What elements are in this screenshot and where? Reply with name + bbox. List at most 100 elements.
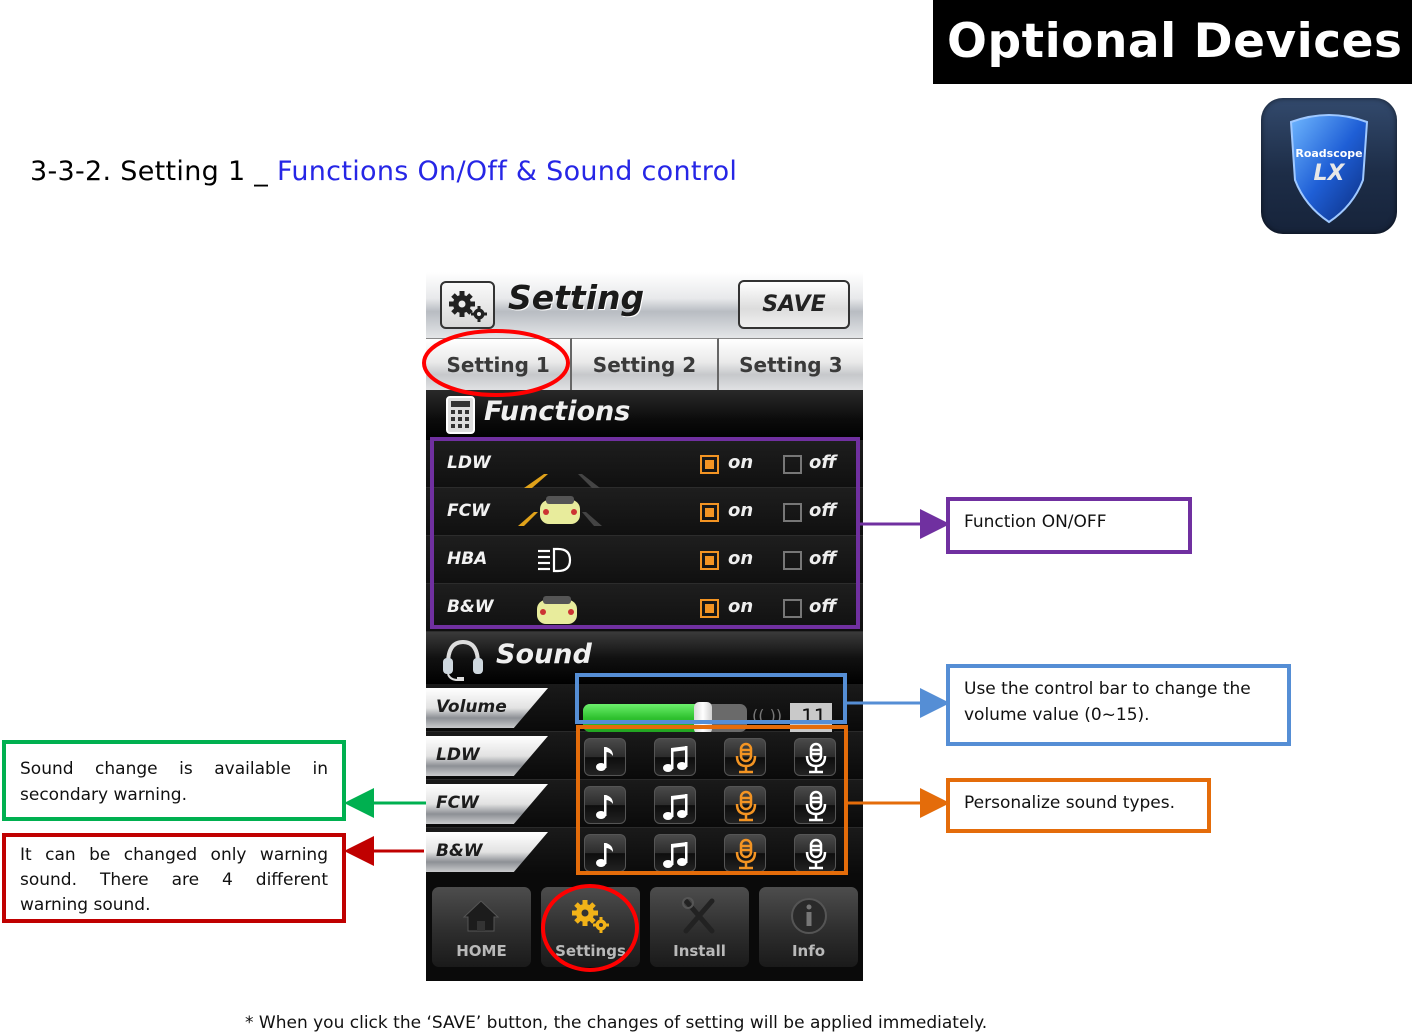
microphone-white-icon bbox=[805, 790, 827, 822]
gears-icon bbox=[572, 900, 609, 933]
annotation-secondary-warning: Sound change is available in secondary w… bbox=[2, 740, 346, 821]
nav-settings-button[interactable]: Settings bbox=[541, 887, 640, 967]
page-banner: Optional Devices bbox=[933, 0, 1412, 84]
tab-setting-1[interactable]: Setting 1 bbox=[426, 338, 573, 390]
double-note-icon bbox=[663, 746, 688, 772]
sound-row-ldw: LDW bbox=[426, 732, 863, 780]
off-label: off bbox=[809, 596, 837, 617]
hba-on-checkbox[interactable] bbox=[700, 551, 719, 570]
nav-info-button[interactable]: Info bbox=[759, 887, 858, 967]
function-name: LDW bbox=[447, 453, 491, 473]
nav-label: Settings bbox=[555, 942, 626, 960]
sound-type-button-3[interactable] bbox=[724, 786, 766, 824]
sound-type-button-1[interactable] bbox=[584, 786, 626, 824]
sound-type-button-2[interactable] bbox=[654, 738, 696, 776]
sound-row-tag: B&W bbox=[426, 832, 548, 872]
app-icon-line1: Roadscope bbox=[1295, 147, 1362, 160]
calculator-icon bbox=[446, 396, 475, 434]
fcw-on-checkbox[interactable] bbox=[700, 503, 719, 522]
annotation-warning-sound: It can be changed only warning sound. Th… bbox=[2, 833, 346, 923]
shield-icon: Roadscope LX bbox=[1289, 114, 1369, 224]
sound-type-button-4[interactable] bbox=[794, 786, 836, 824]
phone-screenshot: Setting SAVE Setting 1 Setting 2 Setting… bbox=[426, 272, 863, 981]
single-note-icon bbox=[596, 843, 613, 867]
sound-section-header: Sound bbox=[426, 632, 863, 684]
section-title-highlight: Functions On/Off & Sound control bbox=[277, 156, 738, 187]
functions-section-title: Functions bbox=[484, 396, 631, 427]
nav-label: HOME bbox=[456, 942, 507, 960]
double-note-icon bbox=[663, 794, 688, 820]
single-note-icon bbox=[596, 747, 613, 771]
gear-icon bbox=[449, 291, 487, 322]
double-note-icon bbox=[663, 842, 688, 868]
high-beam-icon bbox=[538, 547, 572, 573]
microphone-white-icon bbox=[805, 838, 827, 870]
volume-value[interactable]: 11 bbox=[790, 703, 834, 732]
sound-row-fcw: FCW bbox=[426, 780, 863, 828]
function-name: FCW bbox=[447, 501, 490, 521]
app-header: Setting SAVE bbox=[426, 272, 863, 338]
sound-type-button-1[interactable] bbox=[584, 738, 626, 776]
app-title: Setting bbox=[508, 278, 645, 317]
section-title: 3-3-2. Setting 1 _ Functions On/Off & So… bbox=[30, 156, 737, 187]
sound-row-label: B&W bbox=[436, 841, 483, 861]
off-label: off bbox=[809, 548, 837, 569]
function-row-hba: HBA on off bbox=[426, 536, 863, 584]
volume-label: Volume bbox=[436, 697, 507, 717]
volume-slider-thumb[interactable] bbox=[694, 702, 712, 734]
bw-off-checkbox[interactable] bbox=[783, 599, 802, 618]
section-title-prefix: 3-3-2. Setting 1 _ bbox=[30, 156, 277, 187]
single-note-icon bbox=[596, 795, 613, 819]
volume-row: Volume (( )) 11 bbox=[426, 684, 863, 734]
sound-type-button-4[interactable] bbox=[794, 738, 836, 776]
off-label: off bbox=[809, 500, 837, 521]
tab-setting-3[interactable]: Setting 3 bbox=[718, 338, 863, 390]
function-name: HBA bbox=[447, 549, 488, 569]
nav-label: Install bbox=[673, 942, 726, 960]
sound-type-button-4[interactable] bbox=[794, 834, 836, 872]
tab-setting-2[interactable]: Setting 2 bbox=[572, 338, 719, 390]
nav-home-button[interactable]: HOME bbox=[432, 887, 531, 967]
sound-row-label: FCW bbox=[436, 793, 479, 813]
ldw-on-checkbox[interactable] bbox=[700, 455, 719, 474]
volume-slider[interactable] bbox=[583, 702, 747, 734]
settings-tabs: Setting 1 Setting 2 Setting 3 bbox=[426, 338, 863, 390]
microphone-orange-icon bbox=[735, 742, 757, 774]
app-icon-line2: LX bbox=[1314, 161, 1346, 186]
lane-departure-icon bbox=[524, 474, 600, 488]
sound-row-tag: FCW bbox=[426, 784, 548, 824]
annotation-sound-types: Personalize sound types. bbox=[946, 778, 1211, 833]
info-icon bbox=[791, 898, 827, 934]
sound-type-button-3[interactable] bbox=[724, 834, 766, 872]
hba-off-checkbox[interactable] bbox=[783, 551, 802, 570]
sound-type-button-3[interactable] bbox=[724, 738, 766, 776]
sound-type-button-2[interactable] bbox=[654, 786, 696, 824]
on-label: on bbox=[728, 548, 754, 569]
function-row-bw: B&W on off bbox=[426, 584, 863, 632]
on-label: on bbox=[728, 596, 754, 617]
sound-row-bw: B&W bbox=[426, 828, 863, 876]
function-row-ldw: LDW on off bbox=[426, 440, 863, 488]
nav-install-button[interactable]: Install bbox=[650, 887, 749, 967]
sound-section-title: Sound bbox=[496, 639, 592, 670]
fcw-off-checkbox[interactable] bbox=[783, 503, 802, 522]
sound-row-label: LDW bbox=[436, 745, 480, 765]
save-button[interactable]: SAVE bbox=[738, 280, 850, 329]
on-label: on bbox=[728, 500, 754, 521]
bw-on-checkbox[interactable] bbox=[700, 599, 719, 618]
car-icon bbox=[537, 596, 577, 624]
annotation-function-onoff: Function ON/OFF bbox=[946, 497, 1192, 554]
settings-menu-button[interactable] bbox=[440, 281, 495, 329]
microphone-orange-icon bbox=[735, 790, 757, 822]
forward-collision-icon bbox=[518, 496, 602, 526]
annotation-volume: Use the control bar to change the volume… bbox=[946, 664, 1291, 746]
sound-type-button-2[interactable] bbox=[654, 834, 696, 872]
off-label: off bbox=[809, 452, 837, 473]
volume-tag: Volume bbox=[426, 688, 548, 728]
home-icon bbox=[462, 900, 500, 932]
sound-type-button-1[interactable] bbox=[584, 834, 626, 872]
tools-icon bbox=[682, 897, 715, 934]
volume-slider-fill bbox=[583, 704, 703, 732]
roadscope-lx-app-icon: Roadscope LX bbox=[1261, 98, 1397, 234]
ldw-off-checkbox[interactable] bbox=[783, 455, 802, 474]
